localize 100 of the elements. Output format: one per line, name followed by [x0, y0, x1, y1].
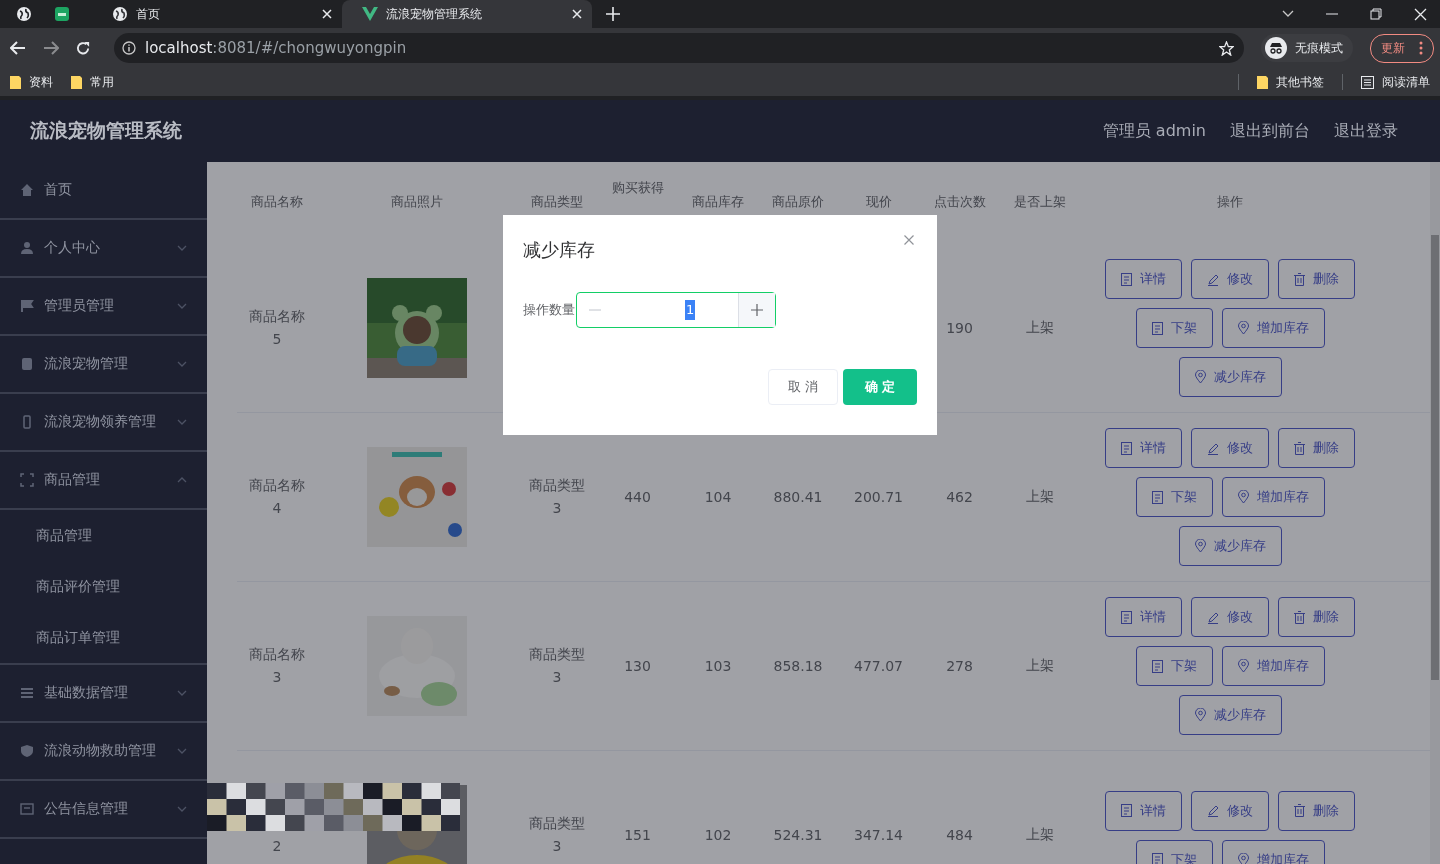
pin-icon [1194, 708, 1206, 722]
action-button[interactable]: 减少库存 [1178, 695, 1282, 735]
table-cell: 151 [624, 827, 651, 843]
table-cell: 190 [946, 320, 973, 336]
table-cell-text: 2 [271, 837, 283, 856]
table-cell: 200.71 [854, 489, 903, 505]
info-icon [122, 41, 136, 55]
submenu-item[interactable]: 商品评价管理 [0, 561, 207, 612]
action-button[interactable]: 修改 [1191, 428, 1269, 468]
pen-icon [1207, 610, 1219, 624]
update-button[interactable]: 更新 [1370, 33, 1434, 63]
document-icon [1121, 272, 1132, 286]
chevron-down-icon [177, 245, 187, 251]
action-button[interactable]: 增加库存 [1221, 646, 1325, 686]
document-icon [1121, 610, 1132, 624]
pen-icon [1207, 441, 1219, 455]
chevron-down-icon [177, 690, 187, 696]
table-cell-text: 商品类型3 [528, 814, 586, 856]
back-icon[interactable] [10, 41, 26, 55]
header-link[interactable]: 退出登录 [1334, 120, 1398, 142]
document-icon [1151, 490, 1163, 504]
trash-icon [1294, 272, 1305, 286]
folder-icon [10, 75, 21, 89]
trash-icon [1294, 804, 1305, 817]
pin-icon [1237, 659, 1249, 673]
chevron-down-icon[interactable] [1282, 10, 1294, 18]
star-icon[interactable] [1219, 40, 1234, 56]
phone-icon [20, 415, 34, 429]
table-cell: 上架 [1026, 657, 1054, 675]
action-button[interactable]: 删除 [1278, 428, 1355, 468]
column-header: 商品原价 [772, 194, 824, 210]
pin-icon [1194, 370, 1206, 384]
column-header: 购买获得 [611, 180, 664, 196]
bookmark[interactable]: 资料 [10, 73, 53, 91]
action-button[interactable]: 详情 [1105, 428, 1182, 468]
reload-icon[interactable] [76, 40, 91, 56]
action-button[interactable]: 修改 [1191, 259, 1269, 299]
trash-icon [1294, 441, 1305, 455]
pen-icon [1207, 272, 1219, 286]
document-icon [1121, 441, 1132, 455]
pen-icon [1207, 804, 1219, 817]
browser-tab[interactable]: 流浪宠物管理系统 [342, 0, 592, 28]
cancel-button[interactable]: 取 消 [768, 369, 838, 405]
action-button[interactable]: 减少库存 [1178, 526, 1282, 566]
dialog-title: 减少库存 [523, 238, 595, 262]
table-cell: 上架 [1026, 488, 1054, 506]
header-link[interactable]: 管理员 admin [1102, 120, 1206, 142]
table-cell: 103 [704, 658, 732, 674]
action-button[interactable]: 删除 [1278, 790, 1355, 831]
table-cell: 104 [704, 489, 732, 505]
document-icon [1121, 804, 1132, 817]
scrollbar[interactable] [1430, 162, 1440, 864]
restore-icon[interactable] [1370, 8, 1382, 20]
folder-icon [71, 75, 82, 89]
table-cell: 858.18 [773, 658, 823, 674]
forward-icon[interactable] [43, 41, 59, 55]
v-logo-icon [362, 7, 378, 21]
new-tab-icon[interactable] [606, 7, 620, 21]
profile-button[interactable]: 无痕模式 [1261, 34, 1353, 62]
shield-icon [20, 744, 34, 758]
action-button[interactable]: 详情 [1105, 259, 1182, 299]
action-button[interactable]: 减少库存 [1178, 357, 1282, 397]
pin-icon [1237, 852, 1249, 864]
pin-icon [1237, 321, 1249, 335]
action-button[interactable]: 详情 [1105, 790, 1182, 831]
bookmark[interactable]: 阅读清单 [1361, 73, 1430, 91]
table-cell: 484 [946, 827, 973, 843]
action-button[interactable]: 修改 [1191, 790, 1269, 831]
table-cell: 130 [624, 658, 651, 674]
browser-tab[interactable]: 首页 [92, 0, 342, 28]
more-icon [1419, 41, 1423, 55]
bookmark[interactable]: 常用 [71, 73, 114, 91]
document-icon [1151, 659, 1163, 673]
address-bar[interactable]: localhost:8081/#/chongwuyongpin [114, 33, 1244, 63]
action-button[interactable]: 删除 [1278, 597, 1355, 637]
column-header: 操作 [1217, 194, 1243, 210]
bookmark[interactable]: 其他书签 [1257, 73, 1324, 91]
app-icon[interactable] [54, 6, 70, 22]
action-button[interactable]: 下架 [1135, 646, 1213, 686]
globe-icon [112, 6, 128, 22]
chevron-down-icon [177, 303, 187, 309]
chevron-down-icon [177, 748, 187, 754]
action-button[interactable]: 修改 [1191, 597, 1269, 637]
incognito-icon [1265, 37, 1287, 59]
action-button[interactable]: 增加库存 [1221, 477, 1325, 517]
table-cell: 462 [946, 489, 973, 505]
table-cell: 102 [704, 827, 732, 843]
home-icon [20, 183, 34, 197]
column-header: 商品照片 [391, 194, 443, 210]
column-header: 点击次数 [933, 194, 986, 210]
submenu-item[interactable]: 商品管理 [0, 510, 207, 561]
action-button[interactable]: 详情 [1105, 597, 1182, 637]
action-button[interactable]: 删除 [1278, 259, 1355, 299]
globe-icon[interactable] [16, 6, 32, 22]
app-title: 流浪宠物管理系统 [30, 118, 182, 143]
action-button[interactable]: 增加库存 [1221, 308, 1325, 348]
action-button[interactable]: 下架 [1135, 308, 1213, 348]
action-button[interactable]: 下架 [1135, 477, 1213, 517]
person-icon [20, 241, 34, 255]
header-link[interactable]: 退出到前台 [1230, 120, 1310, 142]
